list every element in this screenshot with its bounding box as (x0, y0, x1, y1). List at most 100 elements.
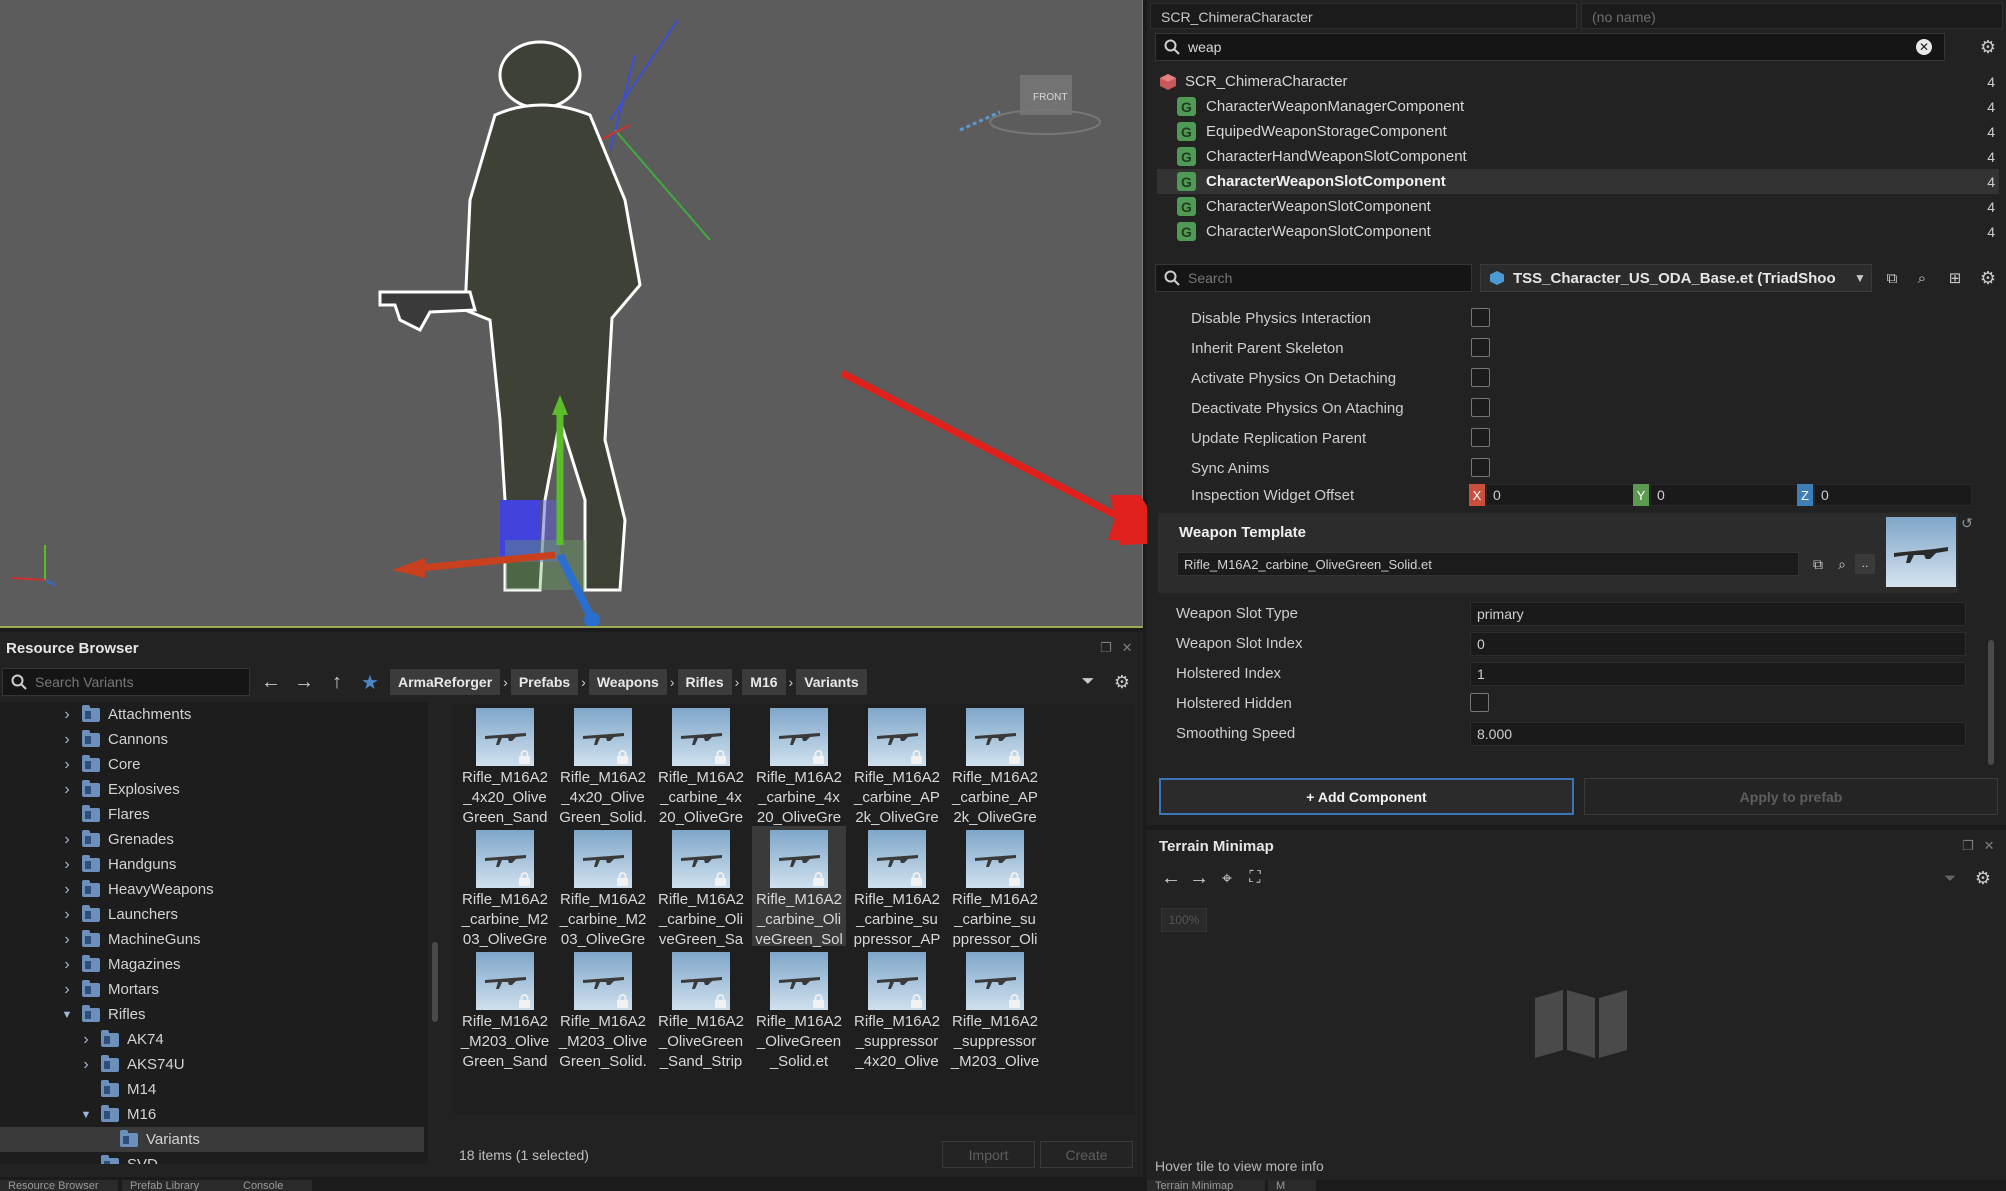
offset-z-field[interactable]: 0 (1814, 484, 1972, 506)
asset-tile[interactable]: Rifle_M16A2_OliveGreen_Solid.et (752, 948, 846, 1070)
chevron-right-icon[interactable]: › (60, 706, 74, 724)
tree-item[interactable]: › Mortars (0, 977, 424, 1002)
prop-checkbox[interactable] (1471, 458, 1490, 477)
weapon-template-field[interactable]: Rifle_M16A2_carbine_OliveGreen_Solid.et (1177, 552, 1799, 576)
offset-y-field[interactable]: 0 (1650, 484, 1802, 506)
tree-item[interactable]: › AKS74U (0, 1052, 424, 1077)
breadcrumb-item[interactable]: Prefabs (510, 669, 579, 695)
chevron-right-icon[interactable]: › (60, 731, 74, 749)
chevron-right-icon[interactable]: › (60, 856, 74, 874)
asset-tile[interactable]: Rifle_M16A2_carbine_OliveGreen_San (654, 826, 748, 948)
breadcrumb-item[interactable]: Rifles (677, 669, 732, 695)
prop-checkbox[interactable] (1471, 428, 1490, 447)
asset-tile[interactable]: Rifle_M16A2_carbine_suppressor_Oliv (948, 826, 1042, 948)
undock-icon[interactable]: ❐ (1962, 838, 1974, 854)
breadcrumb-item[interactable]: M16 (742, 669, 786, 695)
forward-arrow-icon[interactable]: → (1185, 864, 1213, 892)
chevron-right-icon[interactable]: › (60, 881, 74, 899)
tree-item[interactable]: › Magazines (0, 952, 424, 977)
breadcrumb-item[interactable]: ArmaReforger (390, 669, 501, 695)
tree-item[interactable]: › MachineGuns (0, 927, 424, 952)
tree-item[interactable]: M14 (0, 1077, 424, 1102)
chevron-right-icon[interactable]: › (60, 931, 74, 949)
prop-value-field[interactable]: primary (1470, 602, 1966, 626)
prop-checkbox[interactable] (1470, 693, 1489, 712)
favorites-star-icon[interactable]: ★ (356, 668, 384, 696)
prop-value-field[interactable]: 0 (1470, 632, 1966, 656)
crop-icon[interactable]: ⛶ (1241, 864, 1269, 892)
asset-tile[interactable]: Rifle_M16A2_carbine_AP2k_OliveGre (948, 704, 1042, 826)
add-component-button[interactable]: + Add Component (1159, 778, 1574, 815)
properties-scrollbar[interactable] (1988, 640, 1994, 765)
prop-checkbox[interactable] (1471, 368, 1490, 387)
browse-button[interactable]: .. (1855, 554, 1875, 574)
chevron-right-icon[interactable]: › (60, 781, 74, 799)
hierarchy-icon[interactable]: ⊞ (1941, 264, 1969, 292)
back-arrow-icon[interactable]: ← (257, 668, 285, 696)
minimap-canvas[interactable]: 100% (1155, 898, 2000, 1148)
gear-icon[interactable]: ⚙ (1974, 33, 2002, 61)
create-button[interactable]: Create (1040, 1141, 1133, 1168)
asset-tile[interactable]: Rifle_M16A2_carbine_AP2k_OliveGre (850, 704, 944, 826)
back-arrow-icon[interactable]: ← (1157, 864, 1185, 892)
entity-name-field[interactable]: (no name) (1581, 3, 2003, 29)
open-external-icon[interactable]: ⧉ (1878, 264, 1906, 292)
asset-tile[interactable]: Rifle_M16A2_suppressor_M203_Olive (948, 948, 1042, 1070)
chevron-down-icon[interactable]: ▼ (1846, 264, 1874, 292)
asset-tile[interactable]: Rifle_M16A2_carbine_M203_OliveGre (556, 826, 650, 948)
crosshair-icon[interactable]: ⌖ (1213, 864, 1241, 892)
chevron-right-icon[interactable]: › (60, 906, 74, 924)
chevron-right-icon[interactable]: › (60, 956, 74, 974)
breadcrumb-item[interactable]: Weapons (588, 669, 667, 695)
tree-item[interactable]: Variants (0, 1127, 424, 1152)
component-item[interactable]: G CharacterWeaponSlotComponent 4 (1157, 194, 1999, 219)
prop-value-field[interactable]: 8.000 (1470, 722, 1966, 746)
asset-tile[interactable]: Rifle_M16A2_carbine_M203_OliveGre (458, 826, 552, 948)
tree-item[interactable]: › Attachments (0, 702, 424, 727)
variants-search[interactable]: Search Variants (2, 668, 250, 696)
tree-item[interactable]: › Grenades (0, 827, 424, 852)
asset-tile[interactable]: Rifle_M16A2_suppressor_4x20_OliveG (850, 948, 944, 1070)
tree-item[interactable]: SVD (0, 1152, 424, 1164)
component-item[interactable]: G CharacterWeaponSlotComponent 4 (1157, 219, 1999, 244)
gear-icon[interactable]: ⚙ (1108, 668, 1136, 696)
breadcrumb-item[interactable]: Variants (796, 669, 867, 695)
gear-icon[interactable]: ⚙ (1969, 864, 1997, 892)
component-item[interactable]: G EquipedWeaponStorageComponent 4 (1157, 119, 1999, 144)
tab-console[interactable]: Console (235, 1180, 313, 1191)
asset-tile[interactable]: Rifle_M16A2_M203_OliveGreen_Solid. (556, 948, 650, 1070)
tree-item[interactable]: ▼ M16 (0, 1102, 424, 1127)
prop-checkbox[interactable] (1471, 338, 1490, 357)
tree-item[interactable]: › Cannons (0, 727, 424, 752)
tree-item[interactable]: › Launchers (0, 902, 424, 927)
asset-tile[interactable]: Rifle_M16A2_M203_OliveGreen_Sand_ (458, 948, 552, 1070)
asset-tile[interactable]: Rifle_M16A2_carbine_OliveGreen_Soli (752, 826, 846, 948)
apply-to-prefab-button[interactable]: Apply to prefab (1584, 778, 1998, 815)
chevron-right-icon[interactable]: › (60, 981, 74, 999)
asset-tile[interactable]: Rifle_M16A2_carbine_4x20_OliveGree (654, 704, 748, 826)
close-panel-icon[interactable]: ✕ (1122, 640, 1133, 656)
search-icon[interactable]: ⌕ (1908, 264, 1936, 292)
chevron-down-icon[interactable]: ▼ (60, 1009, 74, 1021)
chevron-right-icon[interactable]: › (79, 1031, 93, 1049)
offset-x-field[interactable]: 0 (1486, 484, 1642, 506)
chevron-right-icon[interactable]: › (79, 1056, 93, 1074)
component-tree-root[interactable]: SCR_ChimeraCharacter 4 (1157, 69, 1999, 94)
prefab-selector[interactable]: TSS_Character_US_ODA_Base.et (TriadShoo (1480, 264, 1872, 292)
asset-tile[interactable]: Rifle_M16A2_OliveGreen_Sand_Stripe (654, 948, 748, 1070)
asset-tile[interactable]: Rifle_M16A2_carbine_suppressor_AP2 (850, 826, 944, 948)
chevron-down-icon[interactable]: ▼ (79, 1109, 93, 1121)
tree-item[interactable]: ▼ Rifles (0, 1002, 424, 1027)
component-item[interactable]: G CharacterWeaponSlotComponent 4 (1157, 169, 1999, 194)
prop-checkbox[interactable] (1471, 398, 1490, 417)
property-search-input[interactable]: Search (1155, 264, 1472, 292)
clear-filter-icon[interactable]: ✕ (1916, 39, 1932, 55)
filter-icon[interactable]: ⏷ (1936, 864, 1964, 892)
scene-viewport[interactable]: FRONT (0, 0, 1143, 628)
undock-icon[interactable]: ❐ (1100, 640, 1112, 656)
prop-checkbox[interactable] (1471, 308, 1490, 327)
component-item[interactable]: G CharacterWeaponManagerComponent 4 (1157, 94, 1999, 119)
tree-item[interactable]: › Explosives (0, 777, 424, 802)
import-button[interactable]: Import (942, 1141, 1035, 1168)
search-icon[interactable]: ⌕ (1828, 550, 1856, 578)
